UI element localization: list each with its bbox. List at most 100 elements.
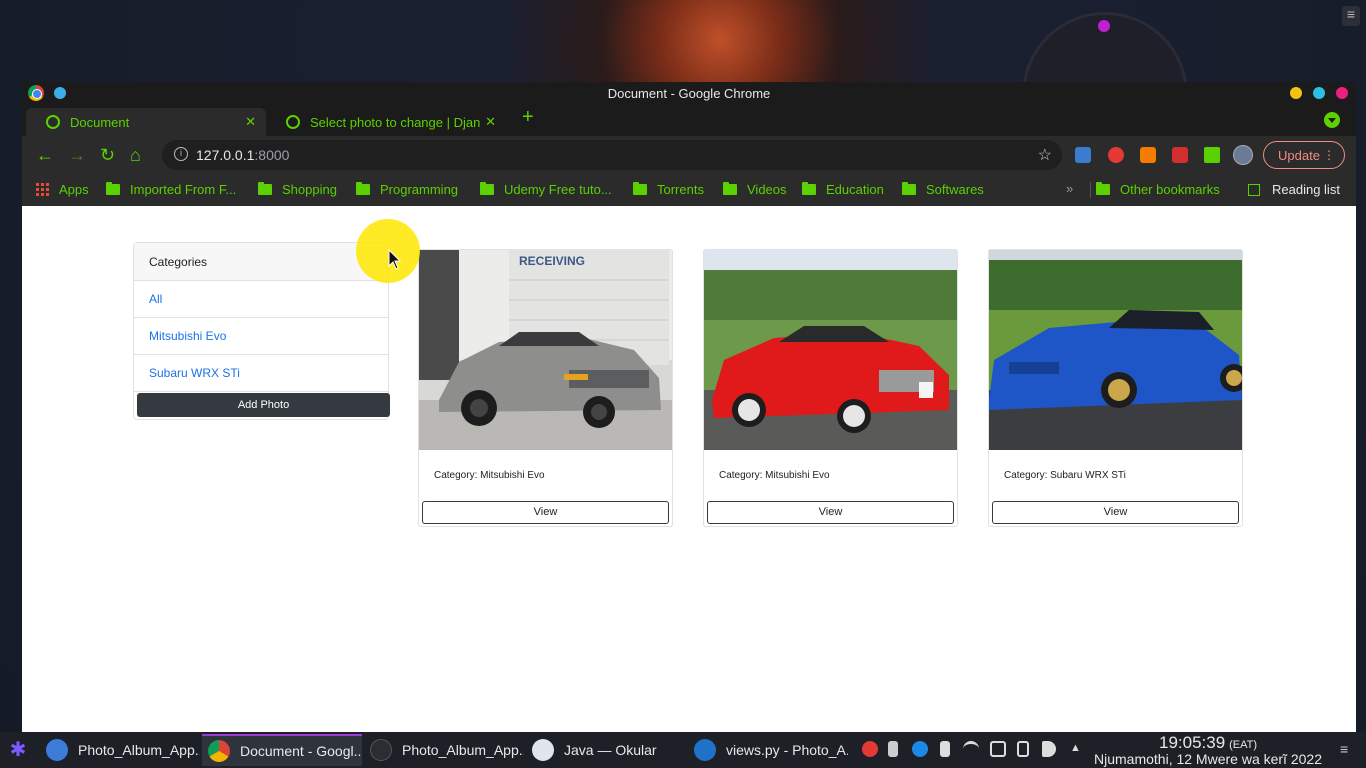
close-tab-icon[interactable]: ✕ xyxy=(245,114,256,130)
clock-time: 19:05:39 xyxy=(1159,733,1226,752)
task-chrome-document[interactable]: Document - Googl... xyxy=(202,734,362,766)
folder-icon xyxy=(902,182,916,195)
file-manager-icon xyxy=(46,739,68,761)
minimize-button[interactable] xyxy=(1290,87,1302,99)
bookmark-folder[interactable]: Softwares xyxy=(902,182,984,197)
okular-icon xyxy=(532,739,554,761)
close-window-button[interactable] xyxy=(1336,87,1348,99)
clock-date: Njumamothi, 12 Mwere wa kerĩ 2022 xyxy=(1094,751,1322,767)
wallpaper-clock-dot xyxy=(1098,20,1110,32)
mail-extension-icon[interactable] xyxy=(1108,147,1124,163)
tab-document[interactable]: Document ✕ xyxy=(26,108,266,136)
profile-avatar[interactable] xyxy=(1233,145,1253,165)
folder-icon xyxy=(1096,182,1110,195)
folder-icon xyxy=(633,182,647,195)
flash-extension-icon[interactable] xyxy=(1172,147,1188,163)
maximize-button[interactable] xyxy=(1313,87,1325,99)
clock-timezone: (EAT) xyxy=(1229,739,1257,751)
photo-card: Category: Mitsubishi Evo View xyxy=(703,249,958,527)
reading-list-icon xyxy=(1248,183,1260,196)
folder-tray-icon[interactable] xyxy=(990,741,1006,757)
clipboard-tray-icon[interactable] xyxy=(1017,741,1029,757)
car-photo xyxy=(989,250,1242,450)
page-viewport: Categories All Mitsubishi Evo Subaru WRX… xyxy=(22,206,1356,732)
desktop-menu-icon[interactable]: ≡ xyxy=(1342,6,1360,26)
update-tray-icon[interactable] xyxy=(862,741,878,757)
update-button[interactable]: Update ⋮ xyxy=(1263,141,1345,169)
bookmark-folder[interactable]: Torrents xyxy=(633,182,704,197)
bookmark-star-icon[interactable]: ☆ xyxy=(1038,145,1052,165)
info-icon[interactable]: i xyxy=(174,147,188,161)
volume-tray-icon[interactable] xyxy=(1042,741,1056,757)
vscode-icon xyxy=(694,739,716,761)
car-photo xyxy=(704,250,957,450)
chrome-icon xyxy=(208,740,230,762)
card-category: Category: Mitsubishi Evo xyxy=(719,470,830,481)
app-launcher-icon[interactable]: ✱ xyxy=(6,738,30,762)
reading-list[interactable]: Reading list xyxy=(1248,182,1340,197)
folder-icon xyxy=(106,182,120,195)
folder-icon xyxy=(723,182,737,195)
back-arrow-icon[interactable]: ← xyxy=(36,145,54,165)
tab-search-icon[interactable] xyxy=(1324,112,1340,128)
browser-toolbar: ← → ↻ ⌂ i 127.0.0.1:8000 ☆ Update ⋮ xyxy=(22,136,1356,174)
tab-django-admin[interactable]: Select photo to change | Djan ✕ xyxy=(266,108,506,136)
forward-arrow-icon[interactable]: → xyxy=(68,145,86,165)
bookmark-folder[interactable]: Imported From F... xyxy=(106,182,236,197)
taskbar-menu-icon[interactable]: ≡ xyxy=(1340,741,1348,757)
extension-icon[interactable] xyxy=(1140,147,1156,163)
clock[interactable]: 19:05:39 (EAT) Njumamothi, 12 Mwere wa k… xyxy=(1088,733,1328,767)
category-link-all[interactable]: All xyxy=(134,281,388,318)
task-vscode[interactable]: views.py - Photo_A... xyxy=(688,734,848,766)
wifi-tray-icon[interactable] xyxy=(963,741,979,757)
puzzle-extensions-icon[interactable] xyxy=(1204,147,1220,163)
bookmark-folder[interactable]: Udemy Free tuto... xyxy=(480,182,612,197)
bookmark-folder[interactable]: Videos xyxy=(723,182,787,197)
tab-label: Document xyxy=(70,114,130,130)
taskbar: ✱ Photo_Album_App... Document - Googl...… xyxy=(0,732,1366,768)
mouse-pointer-icon xyxy=(388,249,402,270)
new-tab-button[interactable]: + xyxy=(522,106,534,129)
category-link-subaru-wrx-sti[interactable]: Subaru WRX STi xyxy=(134,355,388,392)
add-photo-button[interactable]: Add Photo xyxy=(137,393,390,417)
expand-tray-chevron-icon[interactable]: ▲ xyxy=(1070,742,1086,758)
folder-icon xyxy=(802,182,816,195)
menu-dots-icon: ⋮ xyxy=(1323,148,1335,162)
reload-icon[interactable]: ↻ xyxy=(100,145,115,165)
view-button[interactable]: View xyxy=(422,501,669,524)
tab-label: Select photo to change | Djan xyxy=(310,114,481,130)
terminal-icon xyxy=(370,739,392,761)
home-icon[interactable]: ⌂ xyxy=(130,145,141,165)
bookmark-folder[interactable]: Shopping xyxy=(258,182,337,197)
other-bookmarks[interactable]: Other bookmarks xyxy=(1096,182,1220,197)
card-category: Category: Mitsubishi Evo xyxy=(434,470,545,481)
view-button[interactable]: View xyxy=(992,501,1239,524)
extension-icon[interactable] xyxy=(1075,147,1091,163)
folder-icon xyxy=(258,182,272,195)
task-photo-album-terminal[interactable]: Photo_Album_App... xyxy=(364,734,524,766)
bookmark-apps[interactable]: Apps xyxy=(36,182,89,197)
task-okular[interactable]: Java — Okular xyxy=(526,734,686,766)
bookmarks-bar: Apps Imported From F... Shopping Program… xyxy=(22,174,1356,206)
close-tab-icon[interactable]: ✕ xyxy=(485,114,496,130)
accessibility-tray-icon[interactable] xyxy=(912,741,928,757)
url-text: 127.0.0.1:8000 xyxy=(196,147,290,163)
tab-strip: Document ✕ Select photo to change | Djan… xyxy=(22,106,1356,136)
globe-icon xyxy=(286,115,300,129)
category-link-mitsubishi-evo[interactable]: Mitsubishi Evo xyxy=(134,318,388,355)
window-title: Document - Google Chrome xyxy=(607,86,771,101)
usb-tray-icon[interactable] xyxy=(888,741,898,757)
more-bookmarks-chevron-icon[interactable]: » xyxy=(1066,181,1073,196)
globe-icon xyxy=(46,115,60,129)
address-bar[interactable]: i 127.0.0.1:8000 ☆ xyxy=(162,140,1062,170)
photo-card: Category: Subaru WRX STi View xyxy=(988,249,1243,527)
battery-tray-icon[interactable] xyxy=(940,741,950,757)
photo-card: RECEIVING Category: Mitsubishi Evo View xyxy=(418,249,673,527)
chrome-window: Document - Google Chrome Document ✕ Sele… xyxy=(22,82,1356,732)
titlebar: Document - Google Chrome xyxy=(22,82,1356,106)
receiving-sign: RECEIVING xyxy=(519,254,585,268)
bookmark-folder[interactable]: Education xyxy=(802,182,884,197)
bookmark-folder[interactable]: Programming xyxy=(356,182,458,197)
view-button[interactable]: View xyxy=(707,501,954,524)
task-photo-album-files[interactable]: Photo_Album_App... xyxy=(40,734,200,766)
